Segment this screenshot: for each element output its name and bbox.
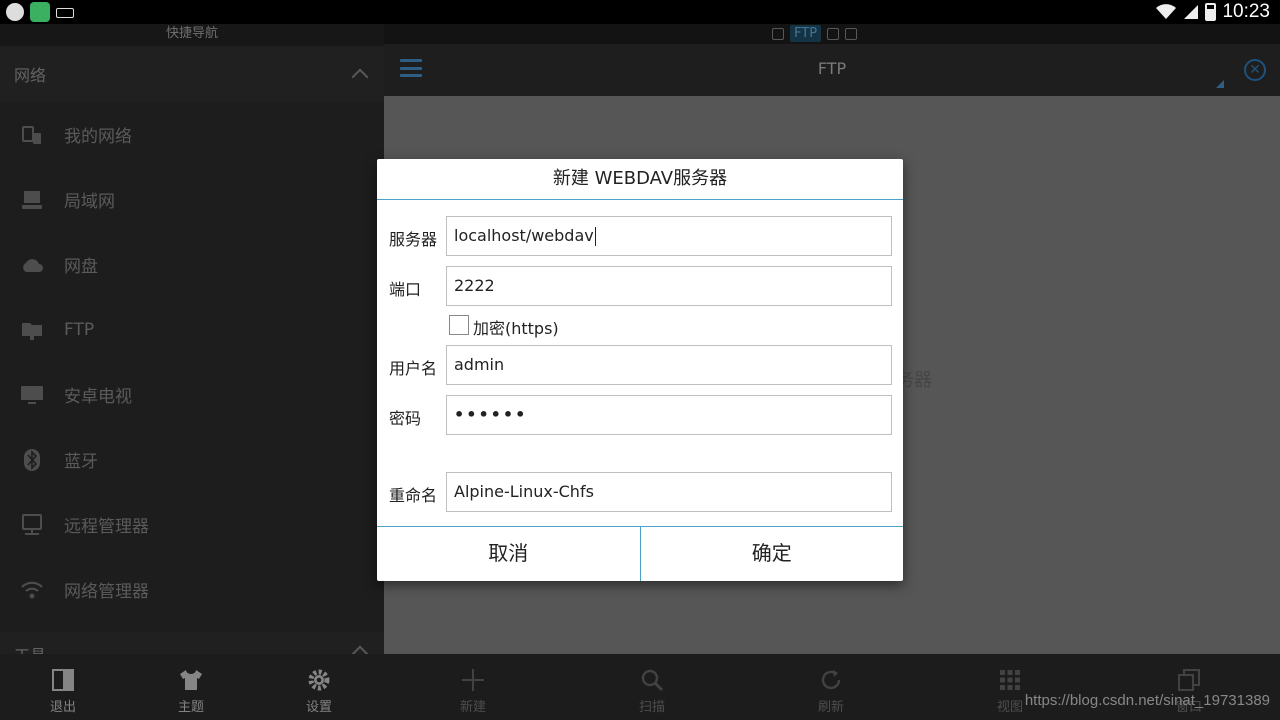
server-label: 服务器 (389, 230, 438, 249)
password-input[interactable]: •••••• (446, 395, 892, 435)
status-clock: 10:23 (1222, 1, 1270, 22)
cancel-button[interactable]: 取消 (377, 527, 641, 581)
notification-icon (6, 3, 24, 21)
encrypt-checkbox[interactable] (449, 315, 469, 335)
cell-signal-icon (1184, 5, 1199, 19)
wifi-signal-icon (1156, 4, 1177, 19)
encrypt-row: 加密(https) (377, 315, 903, 339)
port-input[interactable]: 2222 (446, 266, 892, 306)
server-value: localhost/webdav (454, 226, 594, 245)
app-notification-icon (30, 2, 50, 22)
status-bar: 10:23 (0, 0, 1280, 24)
rename-label: 重命名 (389, 486, 438, 505)
username-input[interactable]: admin (446, 345, 892, 385)
status-notifications (6, 2, 74, 22)
new-webdav-server-dialog: 新建 WEBDAV服务器 服务器 localhost/webdav 端口 222… (377, 159, 903, 581)
server-input[interactable]: localhost/webdav (446, 216, 892, 256)
dialog-title: 新建 WEBDAV服务器 (377, 159, 903, 200)
password-label: 密码 (389, 409, 422, 428)
rename-input[interactable]: Alpine-Linux-Chfs (446, 472, 892, 512)
username-label: 用户名 (389, 359, 438, 378)
port-label: 端口 (389, 280, 422, 299)
keyboard-icon (56, 8, 74, 18)
text-caret (594, 227, 596, 246)
encrypt-label[interactable]: 加密(https) (473, 315, 559, 339)
dialog-footer: 取消 确定 (377, 526, 903, 581)
ok-button[interactable]: 确定 (641, 527, 904, 581)
battery-icon (1205, 3, 1217, 21)
